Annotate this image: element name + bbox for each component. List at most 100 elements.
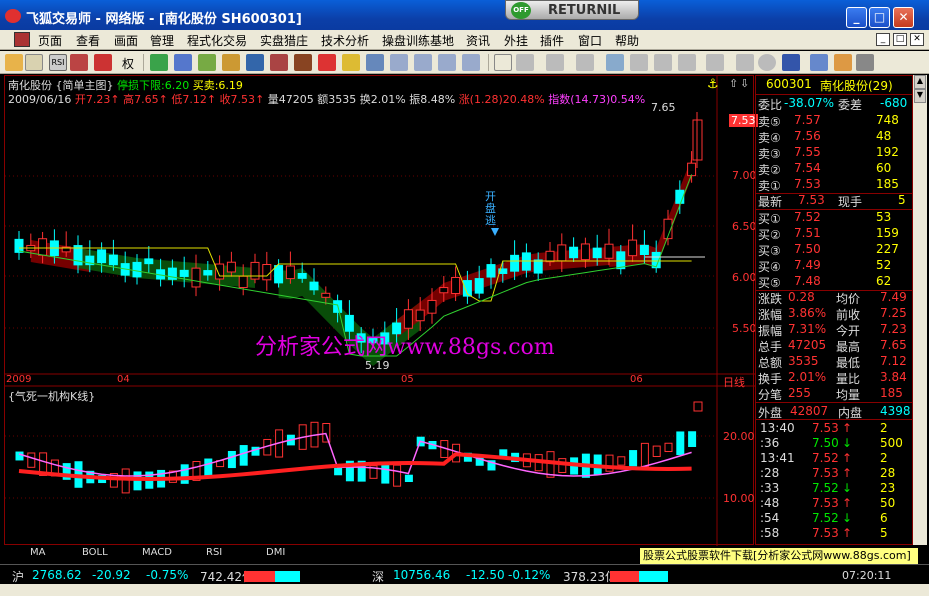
grid-2-icon[interactable]: [414, 54, 432, 71]
tick-volume: 5: [880, 526, 888, 540]
anchor-icon[interactable]: ⚓: [707, 77, 719, 92]
candle-body: [687, 162, 697, 177]
quote-panel-scrollbar[interactable]: ▲ ▼: [913, 75, 927, 545]
level-tool-icon[interactable]: [654, 54, 672, 71]
pencil-icon[interactable]: [342, 54, 360, 71]
menu-plugins[interactable]: 插件: [540, 32, 564, 49]
menu-help[interactable]: 帮助: [615, 32, 639, 49]
arrows-tool-icon[interactable]: [810, 54, 828, 71]
vlines-tool-icon[interactable]: [576, 54, 594, 71]
minimize-button[interactable]: _: [846, 7, 867, 28]
buy-level-label: 买②: [758, 228, 781, 242]
rsi-icon[interactable]: RSI: [49, 54, 67, 71]
lock-icon[interactable]: [856, 54, 874, 71]
grid-1-icon[interactable]: [390, 54, 408, 71]
mdi-minimize-button[interactable]: _: [876, 33, 890, 46]
expand-arrow-icon[interactable]: ⇧: [729, 77, 738, 90]
tick-price: 7.53: [812, 421, 839, 435]
tab-boll[interactable]: BOLL: [82, 547, 108, 561]
fib-tool-icon[interactable]: [678, 54, 696, 71]
text-tool-icon[interactable]: [782, 54, 800, 71]
candle-body: [238, 275, 248, 289]
line-tool-icon[interactable]: [516, 54, 534, 71]
scroll-up-icon[interactable]: ▲: [914, 75, 926, 89]
menu-tech-analysis[interactable]: 技术分析: [321, 32, 369, 49]
stat-value: 7.49: [880, 290, 907, 304]
circle-tool-icon[interactable]: [758, 54, 776, 71]
close-button[interactable]: ✕: [893, 7, 914, 28]
menu-window[interactable]: 窗口: [578, 32, 602, 49]
tick-time: 13:41: [760, 451, 795, 465]
menu-manage[interactable]: 管理: [150, 32, 174, 49]
fan-tool-icon[interactable]: [606, 54, 624, 71]
candle-body: [215, 263, 225, 280]
grid-4-icon[interactable]: [462, 54, 480, 71]
table-icon[interactable]: [222, 54, 240, 71]
dropdown-arrow-icon[interactable]: [25, 54, 43, 71]
layout-icon[interactable]: [366, 54, 384, 71]
parallel-tool-icon[interactable]: [630, 54, 648, 71]
rect-tool-icon[interactable]: [736, 54, 754, 71]
collapse-arrow-icon[interactable]: ⇩: [740, 77, 749, 90]
bar-amount: 额3535: [317, 93, 357, 106]
grid-3-icon[interactable]: [438, 54, 456, 71]
mdi-restore-button[interactable]: □: [893, 33, 907, 46]
tick-direction: ↑: [842, 526, 853, 540]
menu-info[interactable]: 资讯: [466, 32, 490, 49]
buy-row: 买② 7.51 159: [758, 226, 912, 242]
gear-icon[interactable]: [294, 54, 312, 71]
sell-volume: 192: [876, 145, 899, 159]
menu-screen[interactable]: 画面: [114, 32, 138, 49]
watermark-text: 分析家公式网www.88gs.com: [255, 335, 555, 360]
tick-price: 7.52: [812, 481, 839, 495]
stat-value: 7.12: [880, 354, 907, 368]
tick-time: :58: [760, 526, 780, 540]
trophy-icon[interactable]: [270, 54, 288, 71]
tick-time: :28: [760, 466, 780, 480]
app-icon[interactable]: [5, 9, 21, 23]
tab-rsi[interactable]: RSI: [206, 547, 222, 561]
menu-training-base[interactable]: 操盘训练基地: [382, 32, 454, 49]
cursor-icon[interactable]: [494, 54, 512, 71]
buy-price: 7.52: [794, 210, 821, 224]
stat-value: 3.86%: [788, 306, 827, 320]
kline-chart-canvas[interactable]: [5, 76, 755, 546]
folder-icon[interactable]: [5, 54, 23, 71]
channel-tool-icon[interactable]: [706, 54, 724, 71]
chart-icon[interactable]: [174, 54, 192, 71]
kline-chart-panel[interactable]: 南化股份 {简单主图} 停损下限:6.20 买卖:6.19 2009/06/16…: [4, 75, 758, 546]
date-axis-label: 2009: [6, 374, 32, 385]
period-label[interactable]: 日线: [723, 374, 745, 390]
tick-price: 7.52: [812, 451, 839, 465]
hline-tool-icon[interactable]: [546, 54, 564, 71]
mdi-close-button[interactable]: ✕: [910, 33, 924, 46]
eraser-icon[interactable]: [834, 54, 852, 71]
tab-macd[interactable]: MACD: [142, 547, 172, 561]
alarm-icon[interactable]: [318, 54, 336, 71]
bars-icon[interactable]: [198, 54, 216, 71]
menu-page[interactable]: 页面: [38, 32, 62, 49]
sub-candle: [652, 445, 661, 458]
candle-body: [274, 265, 284, 284]
quan-button[interactable]: 权: [122, 55, 134, 72]
menu-program-trading[interactable]: 程式化交易: [187, 32, 247, 49]
tab-ma[interactable]: MA: [30, 547, 45, 561]
buy-price: 7.50: [794, 242, 821, 256]
tab-dmi[interactable]: DMI: [266, 547, 285, 561]
menu-view[interactable]: 查看: [76, 32, 100, 49]
menu-live-hunt[interactable]: 实盘猎庄: [260, 32, 308, 49]
sub-candle: [239, 445, 248, 466]
tick-time: :48: [760, 496, 780, 510]
tree-icon[interactable]: [150, 54, 168, 71]
people-icon[interactable]: [246, 54, 264, 71]
tick-time: :54: [760, 511, 780, 525]
menu-plugin-ext[interactable]: 外挂: [504, 32, 528, 49]
ad-banner[interactable]: 股票公式股票软件下载[分析家公式网www.88gs.com]: [640, 548, 918, 564]
maximize-button[interactable]: □: [869, 7, 890, 28]
tick-row: 13:41 7.52 ↑ 2: [758, 451, 912, 467]
returnil-widget[interactable]: OFF RETURNIL: [505, 0, 639, 20]
candle-body: [616, 251, 626, 270]
scroll-down-icon[interactable]: ▼: [914, 89, 926, 103]
double-arrow-icon[interactable]: [94, 54, 112, 71]
left-arrow-icon[interactable]: [70, 54, 88, 71]
